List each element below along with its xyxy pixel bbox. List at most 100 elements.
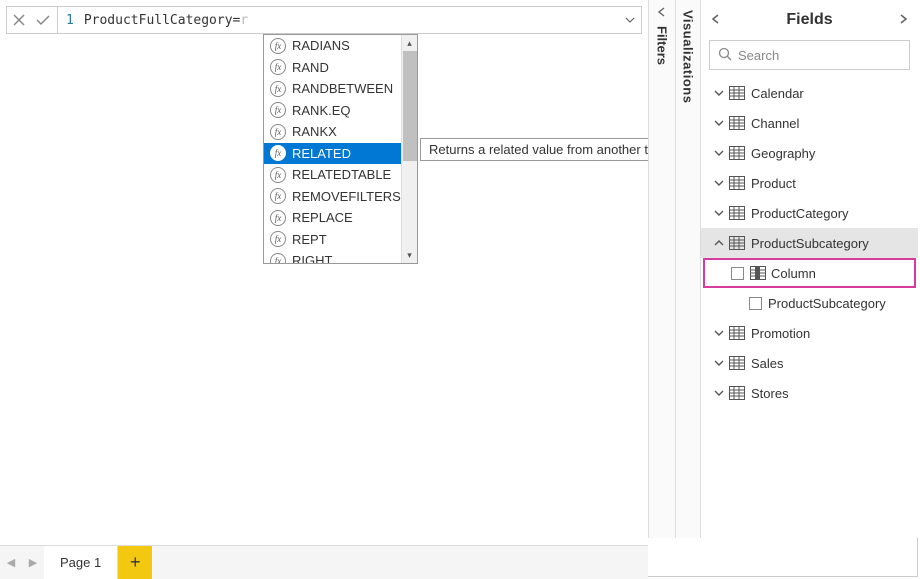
formula-cancel-button[interactable] [7, 7, 31, 33]
table-row[interactable]: Geography [701, 138, 918, 168]
intellisense-item-label: RIGHT [292, 253, 332, 263]
intellisense-item-label: REPT [292, 232, 327, 247]
function-icon: fx [270, 231, 286, 247]
intellisense-item-label: RANKX [292, 124, 337, 139]
intellisense-item-label: RANK.EQ [292, 103, 351, 118]
intellisense-item[interactable]: fx RANKX [264, 121, 417, 143]
function-icon: fx [270, 124, 286, 140]
table-row[interactable]: Promotion [701, 318, 918, 348]
intellisense-item-label: RADIANS [292, 38, 350, 53]
fields-expand-button[interactable] [898, 12, 908, 28]
chevron-down-icon [711, 330, 727, 336]
separator [57, 7, 58, 33]
filters-label: Filters [655, 26, 670, 65]
formula-hint-text: r [240, 13, 248, 28]
table-row[interactable]: Channel [701, 108, 918, 138]
page-add-button[interactable]: + [118, 546, 152, 579]
intellisense-item[interactable]: fx RIGHT [264, 250, 417, 263]
chevron-down-icon [711, 360, 727, 366]
formula-expand-button[interactable] [619, 17, 641, 23]
table-row[interactable]: ProductSubcategory [701, 228, 918, 258]
column-icon [750, 266, 766, 280]
table-label: Promotion [751, 326, 810, 341]
intellisense-tooltip: Returns a related value from another tab… [420, 138, 685, 161]
intellisense-item[interactable]: fx RANK.EQ [264, 100, 417, 122]
field-label: Column [771, 266, 816, 281]
function-icon: fx [270, 145, 286, 161]
visualizations-pane-collapsed[interactable]: Visualizations [676, 0, 700, 538]
intellisense-item[interactable]: fxRANDBETWEEN [264, 78, 417, 100]
intellisense-item[interactable]: fx RELATED [264, 143, 417, 165]
intellisense-item-label: RAND [292, 60, 329, 75]
table-row[interactable]: Product [701, 168, 918, 198]
intellisense-item[interactable]: fx REPT [264, 229, 417, 251]
expand-left-icon [656, 6, 668, 18]
intellisense-item[interactable]: fx REPLACE [264, 207, 417, 229]
intellisense-scrollbar[interactable]: ▴ ▾ [401, 35, 417, 263]
function-icon: fx [270, 167, 286, 183]
intellisense-item[interactable]: fx REMOVEFILTERS [264, 186, 417, 208]
field-checkbox[interactable] [731, 267, 744, 280]
visualizations-label: Visualizations [681, 10, 696, 103]
intellisense-item-label: RELATEDTABLE [292, 167, 391, 182]
table-label: Stores [751, 386, 789, 401]
table-row[interactable]: Stores [701, 378, 918, 408]
field-label: ProductSubcategory [768, 296, 886, 311]
fields-search[interactable] [709, 40, 910, 70]
chevron-down-icon [711, 180, 727, 186]
fields-collapse-button[interactable] [711, 12, 721, 28]
page-tab-label: Page 1 [60, 555, 101, 570]
page-next-button[interactable]: ▶ [22, 546, 44, 579]
table-label: ProductSubcategory [751, 236, 869, 251]
scroll-thumb[interactable] [403, 51, 417, 161]
scroll-down-icon[interactable]: ▾ [402, 247, 417, 263]
filters-pane-collapsed[interactable]: Filters [648, 0, 676, 538]
table-label: Sales [751, 356, 784, 371]
function-icon: fx [270, 188, 286, 204]
formula-commit-button[interactable] [31, 7, 55, 33]
function-icon: fx [270, 210, 286, 226]
scroll-up-icon[interactable]: ▴ [402, 35, 417, 51]
table-label: Calendar [751, 86, 804, 101]
table-icon [729, 146, 745, 160]
intellisense-item[interactable]: fxRAND [264, 57, 417, 79]
table-icon [729, 386, 745, 400]
intellisense-item-label: REPLACE [292, 210, 353, 225]
field-row[interactable]: ProductSubcategory [701, 288, 918, 318]
chevron-down-icon [711, 90, 727, 96]
search-icon [718, 47, 732, 64]
table-row[interactable]: Calendar [701, 78, 918, 108]
function-icon: fx [270, 102, 286, 118]
function-icon: fx [270, 253, 286, 263]
table-row[interactable]: Sales [701, 348, 918, 378]
function-icon: fx [270, 38, 286, 54]
chevron-down-icon [711, 390, 727, 396]
table-icon [729, 326, 745, 340]
intellisense-item[interactable]: fx RADIANS [264, 35, 417, 57]
table-label: Channel [751, 116, 799, 131]
search-input[interactable] [738, 48, 914, 63]
fields-pane-title: Fields [786, 11, 832, 29]
field-checkbox[interactable] [749, 297, 762, 310]
table-icon [729, 86, 745, 100]
table-icon [729, 206, 745, 220]
table-row[interactable]: ProductCategory [701, 198, 918, 228]
table-icon [729, 116, 745, 130]
intellisense-item-label: RANDBETWEEN [292, 81, 393, 96]
page-prev-button[interactable]: ◀ [0, 546, 22, 579]
table-icon [729, 236, 745, 250]
intellisense-item[interactable]: fx RELATEDTABLE [264, 164, 417, 186]
field-row[interactable]: Column [703, 258, 916, 288]
intellisense-item-label: RELATED [292, 146, 351, 161]
table-label: Product [751, 176, 796, 191]
chevron-down-icon [711, 120, 727, 126]
formula-line-number: 1 [60, 13, 84, 28]
page-tab[interactable]: Page 1 [44, 546, 118, 579]
table-icon [729, 176, 745, 190]
formula-input[interactable]: ProductFullCategory=r [84, 13, 619, 28]
intellisense-item-label: REMOVEFILTERS [292, 189, 401, 204]
chevron-down-icon [711, 210, 727, 216]
table-label: ProductCategory [751, 206, 849, 221]
table-icon [729, 356, 745, 370]
formula-typed-text: ProductFullCategory= [84, 13, 241, 28]
